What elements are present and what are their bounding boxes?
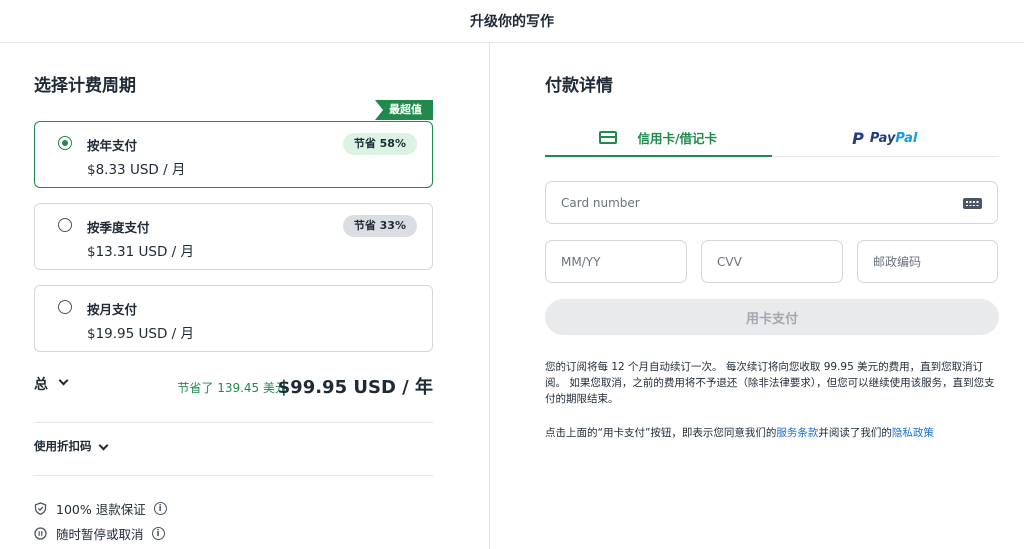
refund-guarantee-text: 100% 退款保证: [56, 502, 146, 517]
divider: [34, 475, 433, 476]
tab-card[interactable]: 信用卡/借记卡: [545, 120, 772, 157]
plan-price: $13.31 USD / 月: [87, 244, 195, 260]
cvv-placeholder: CVV: [717, 254, 742, 269]
keyboard-icon: [963, 198, 982, 209]
plan-name: 按年支付: [87, 138, 138, 153]
expiry-field[interactable]: MM/YY: [545, 240, 687, 283]
plan-radio[interactable]: [58, 300, 72, 314]
paypal-logo-icon: P: [852, 128, 864, 148]
shield-check-icon: [34, 502, 47, 515]
billing-title: 选择计费周期: [34, 76, 136, 96]
total-price: $99.95 USD / 年: [277, 377, 433, 398]
paypal-wordmark: PayPal: [869, 130, 918, 146]
plan-monthly[interactable]: 按月支付 $19.95 USD / 月: [34, 285, 433, 352]
plan-quarterly[interactable]: 按季度支付 $13.31 USD / 月 节省 33%: [34, 203, 433, 270]
pause-cancel-text: 随时暂停或取消: [56, 527, 144, 542]
total-row: 总 节省了 139.45 美元 $99.95 USD / 年: [34, 370, 433, 400]
plan-radio[interactable]: [58, 218, 72, 232]
plan-name: 按月支付: [87, 302, 138, 317]
info-icon[interactable]: i: [153, 502, 167, 515]
pause-cancel: 随时暂停或取消 i: [34, 524, 165, 543]
credit-card-icon: [599, 131, 618, 144]
payment-column: 付款详情 信用卡/借记卡 P PayPal: [490, 43, 1024, 549]
card-number-placeholder: Card number: [561, 195, 640, 210]
page-title: 升级你的写作: [470, 14, 554, 30]
tab-paypal[interactable]: P PayPal: [772, 120, 999, 156]
plan-price: $8.33 USD / 月: [87, 162, 186, 178]
best-value-tag: 最超值: [375, 100, 433, 120]
plan-radio[interactable]: [58, 136, 72, 150]
expiry-placeholder: MM/YY: [561, 254, 601, 269]
saved-amount: 节省了 139.45 美元: [177, 381, 287, 395]
savings-badge: 节省 33%: [342, 215, 417, 237]
zip-placeholder: 邮政编码: [873, 255, 922, 269]
savings-badge: 节省 58%: [342, 133, 417, 155]
total-label: 总: [34, 377, 48, 393]
renewal-notice: 您的订阅将每 12 个月自动续订一次。 每次续订将向您收取 99.95 美元的费…: [545, 361, 995, 405]
pay-with-card-button[interactable]: 用卡支付: [545, 299, 999, 335]
payment-title: 付款详情: [545, 76, 613, 96]
pause-icon: [34, 527, 47, 540]
payment-tabs: 信用卡/借记卡 P PayPal: [545, 120, 998, 157]
refund-guarantee: 100% 退款保证 i: [34, 499, 167, 518]
plan-price: $19.95 USD / 月: [87, 326, 195, 342]
cvv-field[interactable]: CVV: [701, 240, 843, 283]
top-bar: 升级你的写作: [0, 0, 1024, 43]
zip-field[interactable]: 邮政编码: [857, 240, 998, 283]
privacy-policy-link[interactable]: 隐私政策: [892, 427, 934, 439]
plan-name: 按季度支付: [87, 220, 150, 235]
tab-card-label: 信用卡/借记卡: [637, 131, 718, 146]
terms-text: 点击上面的“用卡支付”按钮，即表示您同意我们的服务条款并阅读了我们的隐私政策: [545, 427, 934, 439]
info-icon[interactable]: i: [151, 527, 165, 540]
plan-annual[interactable]: 按年支付 $8.33 USD / 月 节省 58%: [34, 121, 433, 188]
chevron-down-icon[interactable]: [58, 375, 69, 386]
discount-code-toggle[interactable]: 使用折扣码: [34, 438, 92, 454]
divider: [34, 422, 433, 423]
terms-of-service-link[interactable]: 服务条款: [776, 427, 818, 439]
card-number-field[interactable]: Card number: [545, 181, 998, 224]
